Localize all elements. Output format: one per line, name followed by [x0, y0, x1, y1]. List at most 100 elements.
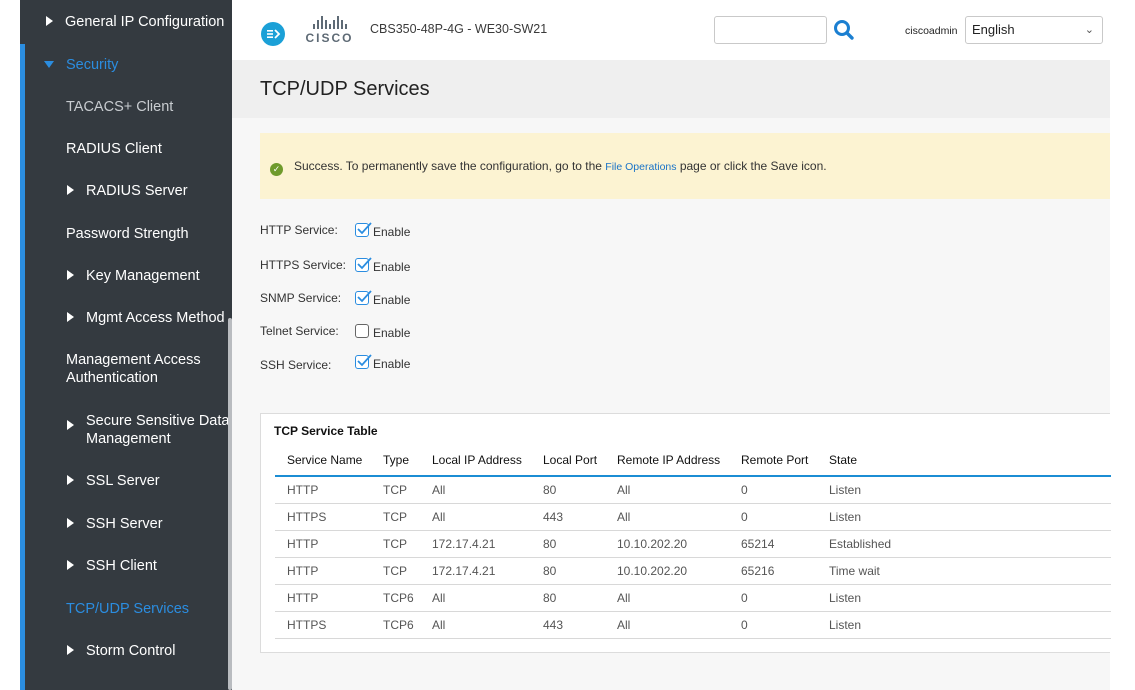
page-title-bar: TCP/UDP Services	[232, 60, 1110, 118]
http-service-checkbox[interactable]	[355, 222, 372, 237]
sidebar-item-ssh-client[interactable]: SSH Client	[20, 556, 228, 578]
table-row[interactable]: HTTPS TCP All 443 All 0 Listen	[275, 503, 1111, 531]
table-cell: HTTPS	[275, 503, 371, 531]
table-cell: 0	[729, 503, 817, 531]
sidebar-nav: General IP Configuration Security TACACS…	[20, 0, 232, 690]
table-cell: 443	[531, 611, 605, 639]
table-row[interactable]: HTTP TCP6 All 80 All 0 Listen	[275, 584, 1111, 612]
table-cell: 10.10.202.20	[605, 530, 729, 558]
tcp-service-table: Service Name Type Local IP Address Local…	[275, 444, 1111, 639]
column-header-local-ip-address[interactable]: Local IP Address	[420, 444, 531, 477]
table-cell: All	[605, 584, 729, 612]
caret-right-icon	[67, 645, 74, 655]
sidebar-item-ssh-server[interactable]: SSH Server	[20, 514, 228, 536]
table-cell: 0	[729, 611, 817, 639]
file-operations-link[interactable]: File Operations	[605, 161, 676, 173]
table-cell: TCP	[371, 530, 420, 558]
sidebar-item-tcp-udp-services[interactable]: TCP/UDP Services	[20, 599, 228, 621]
caret-right-icon	[67, 475, 74, 485]
sidebar-item-management-access-authentication[interactable]: Management Access Authentication	[20, 350, 228, 390]
table-cell: 0	[729, 584, 817, 612]
caret-down-icon	[44, 61, 54, 68]
snmp-service-enable-label[interactable]: Enable	[373, 293, 410, 307]
sidebar-item-tacacs-client[interactable]: TACACS+ Client	[20, 97, 228, 119]
sidebar-item-password-strength[interactable]: Password Strength	[20, 224, 228, 246]
table-cell: All	[420, 476, 531, 504]
ssh-service-checkbox[interactable]	[355, 354, 372, 369]
chevron-down-icon: ⌄	[1084, 24, 1094, 36]
table-cell: Listen	[817, 611, 1111, 639]
search-input[interactable]	[714, 16, 827, 44]
sidebar-item-secure-sensitive-data-management[interactable]: Secure Sensitive Data Management	[20, 411, 230, 451]
nav-toggle-icon[interactable]	[261, 22, 285, 46]
table-cell: HTTP	[275, 530, 371, 558]
sidebar-item-label: General IP Configuration	[65, 14, 225, 30]
sidebar-item-label: RADIUS Client	[66, 141, 162, 157]
table-cell: 443	[531, 503, 605, 531]
username-label: ciscoadmin	[905, 25, 958, 37]
table-cell: 172.17.4.21	[420, 557, 531, 585]
column-header-local-port[interactable]: Local Port	[531, 444, 605, 477]
language-select[interactable]: English ⌄	[965, 16, 1103, 44]
sidebar-item-label: SSH Server	[86, 516, 163, 532]
https-service-enable-label[interactable]: Enable	[373, 260, 410, 274]
telnet-service-checkbox[interactable]	[355, 324, 369, 338]
table-row[interactable]: HTTP TCP 172.17.4.21 80 10.10.202.20 652…	[275, 530, 1111, 558]
snmp-service-checkbox[interactable]	[355, 290, 372, 305]
sidebar-item-key-management[interactable]: Key Management	[20, 266, 228, 288]
success-message-suffix: page or click the Save icon.	[676, 159, 827, 173]
table-row[interactable]: HTTPS TCP6 All 443 All 0 Listen	[275, 611, 1111, 639]
language-select-value: English	[972, 22, 1015, 37]
table-cell: All	[605, 476, 729, 504]
tcp-service-table-title: TCP Service Table	[274, 424, 378, 438]
sidebar-item-mgmt-access-method[interactable]: Mgmt Access Method	[20, 308, 228, 330]
device-name: CBS350-48P-4G - WE30-SW21	[370, 22, 548, 36]
column-header-remote-ip-address[interactable]: Remote IP Address	[605, 444, 729, 477]
table-cell: HTTP	[275, 557, 371, 585]
telnet-service-enable-label[interactable]: Enable	[373, 326, 410, 340]
caret-right-icon	[46, 16, 53, 26]
table-cell: HTTPS	[275, 611, 371, 639]
sidebar-item-storm-control[interactable]: Storm Control	[20, 641, 228, 663]
table-cell: All	[420, 611, 531, 639]
sidebar-item-label: Mgmt Access Method	[86, 310, 225, 326]
table-cell: HTTP	[275, 476, 371, 504]
column-header-type[interactable]: Type	[371, 444, 420, 477]
table-cell: 65216	[729, 557, 817, 585]
sidebar-item-security[interactable]: Security	[20, 55, 228, 77]
sidebar-item-label: Secure Sensitive Data Management	[86, 413, 230, 447]
sidebar-item-label: SSL Server	[86, 473, 160, 489]
cisco-wordmark: CISCO	[305, 31, 354, 45]
sidebar-item-radius-client[interactable]: RADIUS Client	[20, 139, 228, 161]
caret-right-icon	[67, 312, 74, 322]
cisco-logo-bars	[302, 15, 357, 29]
main-content: TCP/UDP Services ✓ Success. To permanent…	[232, 60, 1111, 690]
table-cell: All	[605, 611, 729, 639]
ssh-service-enable-label[interactable]: Enable	[373, 357, 410, 371]
top-header: CISCO CBS350-48P-4G - WE30-SW21 ciscoadm…	[232, 0, 1135, 60]
sidebar-item-general-ip-configuration[interactable]: General IP Configuration	[20, 12, 228, 34]
column-header-state[interactable]: State	[817, 444, 1111, 477]
http-service-label: HTTP Service:	[260, 223, 338, 237]
table-row[interactable]: HTTP TCP All 80 All 0 Listen	[275, 476, 1111, 504]
table-cell: Established	[817, 530, 1111, 558]
snmp-service-label: SNMP Service:	[260, 291, 342, 305]
table-cell: 80	[531, 530, 605, 558]
https-service-checkbox[interactable]	[355, 257, 372, 272]
table-cell: Listen	[817, 476, 1111, 504]
column-header-remote-port[interactable]: Remote Port	[729, 444, 817, 477]
table-cell: TCP	[371, 503, 420, 531]
caret-right-icon	[67, 560, 74, 570]
search-icon[interactable]	[832, 17, 856, 43]
sidebar-item-ssl-server[interactable]: SSL Server	[20, 471, 228, 493]
table-cell: TCP	[371, 557, 420, 585]
table-cell: HTTP	[275, 584, 371, 612]
http-service-enable-label[interactable]: Enable	[373, 225, 410, 239]
table-row[interactable]: HTTP TCP 172.17.4.21 80 10.10.202.20 652…	[275, 557, 1111, 585]
success-banner: ✓ Success. To permanently save the confi…	[260, 133, 1110, 199]
cisco-logo: CISCO	[302, 15, 357, 47]
sidebar-item-radius-server[interactable]: RADIUS Server	[20, 181, 228, 203]
tcp-service-table-card: TCP Service Table Service Name Type Loca…	[260, 413, 1111, 653]
table-cell: 172.17.4.21	[420, 530, 531, 558]
column-header-service-name[interactable]: Service Name	[275, 444, 371, 477]
